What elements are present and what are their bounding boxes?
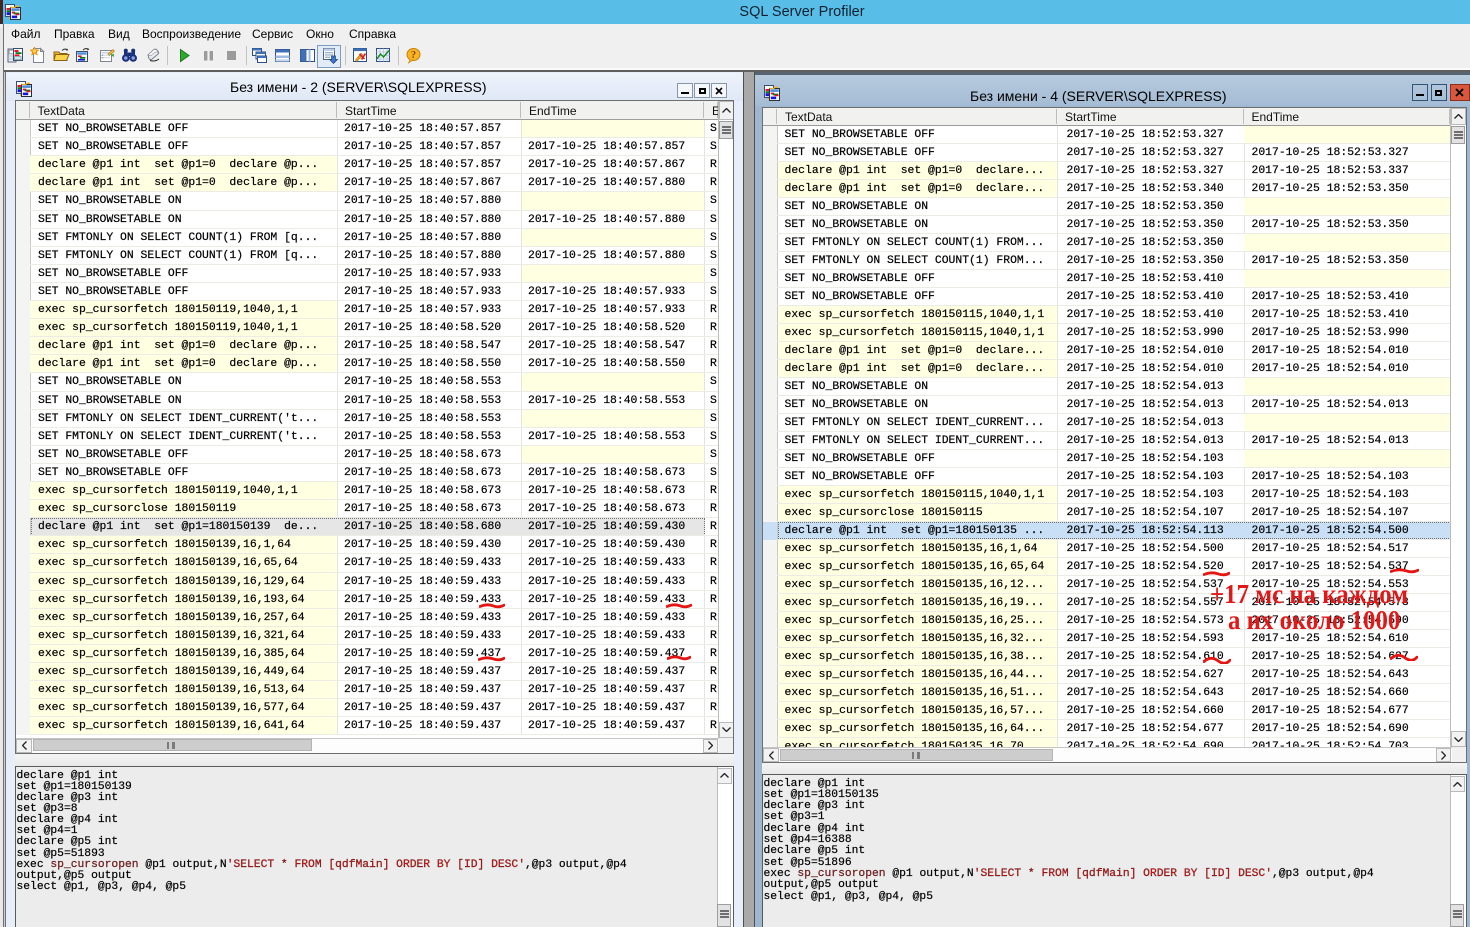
svg-text:?: ?: [411, 50, 416, 61]
